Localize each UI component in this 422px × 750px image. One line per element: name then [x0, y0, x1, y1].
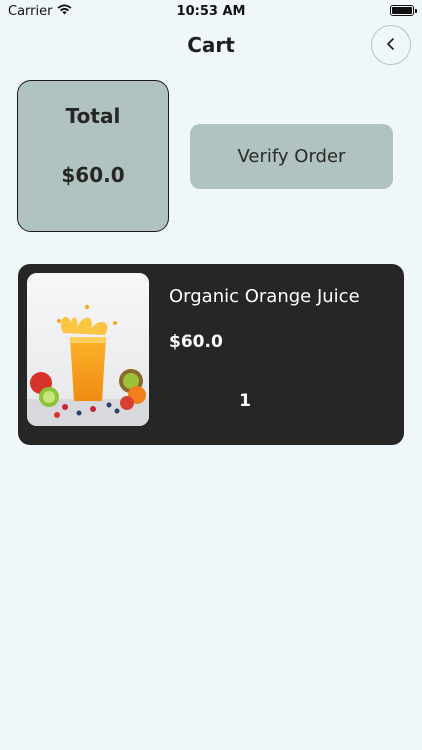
- verify-order-button[interactable]: Verify Order: [190, 124, 393, 189]
- status-bar: Carrier 10:53 AM: [0, 0, 422, 22]
- product-quantity: 1: [239, 391, 251, 411]
- total-amount: $60.0: [61, 163, 125, 187]
- back-button[interactable]: [371, 25, 411, 65]
- chevron-left-icon: [384, 37, 398, 54]
- total-label: Total: [65, 104, 121, 128]
- clock: 10:53 AM: [176, 4, 246, 19]
- cart-item[interactable]: Organic Orange Juice $60.0 1: [18, 264, 404, 445]
- product-price: $60.0: [169, 332, 223, 352]
- battery-icon: [390, 5, 417, 16]
- product-image: [27, 273, 149, 426]
- product-name: Organic Orange Juice: [169, 286, 360, 307]
- total-card: Total $60.0: [17, 80, 169, 232]
- page-title: Cart: [187, 33, 235, 57]
